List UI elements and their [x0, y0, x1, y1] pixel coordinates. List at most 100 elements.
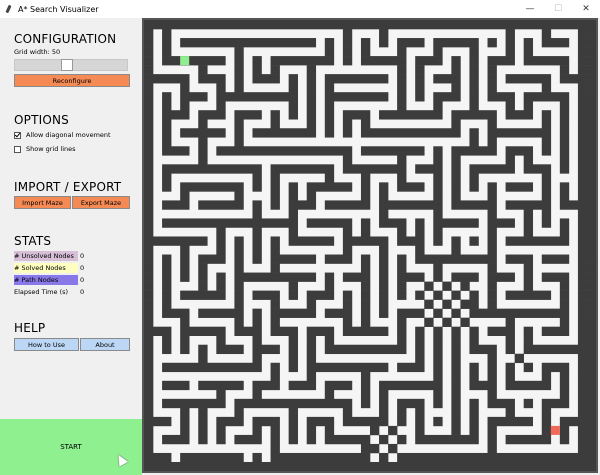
- maze-wall[interactable]: [342, 326, 389, 336]
- maze-wall[interactable]: [324, 110, 335, 120]
- maze-wall[interactable]: [505, 182, 534, 192]
- maze-wall[interactable]: [180, 83, 190, 93]
- maze-wall[interactable]: [541, 371, 552, 382]
- maze-wall[interactable]: [487, 56, 515, 66]
- maze-wall[interactable]: [324, 47, 335, 57]
- maze-wall[interactable]: [198, 353, 208, 364]
- maze-wall[interactable]: [270, 371, 280, 382]
- maze-wall[interactable]: [324, 200, 371, 210]
- maze-wall[interactable]: [162, 164, 262, 174]
- maze-wall[interactable]: [577, 236, 596, 246]
- maze-wall[interactable]: [360, 443, 380, 454]
- maze-wall[interactable]: [541, 173, 552, 183]
- maze-wall[interactable]: [234, 254, 244, 264]
- maze-wall[interactable]: [216, 146, 353, 156]
- maze-wall[interactable]: [270, 191, 280, 201]
- maze-wall[interactable]: [577, 245, 596, 255]
- maze-wall[interactable]: [541, 182, 552, 192]
- maze-wall[interactable]: [433, 263, 443, 273]
- maze-wall[interactable]: [216, 425, 226, 436]
- maze-wall[interactable]: [198, 416, 208, 427]
- maze-wall[interactable]: [469, 164, 515, 174]
- maze-wall[interactable]: [234, 65, 244, 75]
- maze-wall[interactable]: [379, 209, 389, 219]
- maze-wall[interactable]: [577, 65, 596, 75]
- maze-wall[interactable]: [433, 182, 443, 192]
- maze-wall[interactable]: [144, 155, 154, 165]
- maze-wall[interactable]: [288, 74, 298, 84]
- maze-wall[interactable]: [487, 281, 497, 291]
- maze-wall[interactable]: [162, 254, 172, 264]
- maze-wall[interactable]: [469, 416, 479, 427]
- maze-wall[interactable]: [198, 272, 208, 282]
- maze-wall[interactable]: [324, 272, 335, 282]
- maze-wall[interactable]: [342, 290, 353, 300]
- maze-wall[interactable]: [577, 83, 596, 93]
- maze-wall[interactable]: [505, 74, 552, 84]
- maze-wall[interactable]: [469, 137, 479, 147]
- maze-wall[interactable]: [360, 47, 371, 57]
- maze-wall[interactable]: [424, 281, 434, 291]
- maze-wall[interactable]: [162, 146, 190, 156]
- maze-wall[interactable]: [360, 299, 371, 309]
- maze-wall[interactable]: [505, 110, 534, 120]
- maze-wall[interactable]: [559, 317, 570, 327]
- maze-wall[interactable]: [433, 47, 443, 57]
- maze-wall[interactable]: [487, 92, 515, 102]
- maze-wall[interactable]: [270, 119, 280, 129]
- maze-wall[interactable]: [487, 416, 534, 427]
- maze-wall[interactable]: [577, 272, 596, 282]
- maze-wall[interactable]: [342, 38, 353, 48]
- maze-wall[interactable]: [379, 272, 389, 282]
- maze-wall[interactable]: [559, 200, 596, 210]
- maze-wall[interactable]: [234, 326, 262, 336]
- maze-wall[interactable]: [559, 281, 570, 291]
- maze-wall[interactable]: [559, 299, 570, 309]
- maze-wall[interactable]: [577, 209, 596, 219]
- gridlines-option[interactable]: Show grid lines: [14, 145, 76, 153]
- maze-wall[interactable]: [144, 29, 154, 39]
- maze-wall[interactable]: [379, 263, 389, 273]
- maze-wall[interactable]: [306, 362, 389, 373]
- maze-wall[interactable]: [451, 371, 461, 382]
- maze-wall[interactable]: [288, 110, 298, 120]
- maze-wall[interactable]: [487, 227, 497, 237]
- maze-wall[interactable]: [342, 29, 353, 39]
- maze-wall[interactable]: [487, 353, 497, 364]
- maze-wall[interactable]: [198, 65, 208, 75]
- maze-wall[interactable]: [577, 398, 596, 409]
- maze-canvas[interactable]: [142, 18, 598, 473]
- maze-wall[interactable]: [541, 254, 570, 264]
- maze-wall[interactable]: [360, 119, 371, 129]
- maze-wall[interactable]: [415, 326, 425, 336]
- maze-wall[interactable]: [144, 245, 154, 255]
- maze-wall[interactable]: [180, 290, 226, 300]
- maze-wall[interactable]: [505, 200, 552, 210]
- maze-wall[interactable]: [505, 362, 515, 373]
- maze-wall[interactable]: [288, 434, 298, 445]
- maze-wall[interactable]: [144, 227, 154, 237]
- maze-wall[interactable]: [144, 164, 154, 174]
- maze-wall[interactable]: [270, 443, 280, 454]
- maze-wall[interactable]: [577, 263, 596, 273]
- maze-wall[interactable]: [144, 299, 154, 309]
- maze-wall[interactable]: [162, 434, 190, 445]
- maze-wall[interactable]: [577, 38, 596, 48]
- maze-wall[interactable]: [270, 254, 317, 264]
- maze-wall[interactable]: [487, 371, 497, 382]
- maze-wall[interactable]: [433, 209, 443, 219]
- maze-wall[interactable]: [342, 155, 353, 165]
- gridlines-checkbox[interactable]: [14, 145, 21, 153]
- maze-wall[interactable]: [442, 281, 452, 291]
- maze-wall[interactable]: [306, 335, 317, 346]
- maze-wall[interactable]: [306, 65, 317, 75]
- maze-wall[interactable]: [198, 137, 208, 147]
- maze-wall[interactable]: [433, 389, 443, 400]
- maze-wall[interactable]: [415, 92, 425, 102]
- maze-wall[interactable]: [379, 308, 389, 318]
- maze-wall[interactable]: [162, 272, 172, 282]
- maze-wall[interactable]: [523, 164, 552, 174]
- maze-wall[interactable]: [541, 137, 552, 147]
- maze-wall[interactable]: [577, 146, 596, 156]
- maze-wall[interactable]: [460, 299, 479, 309]
